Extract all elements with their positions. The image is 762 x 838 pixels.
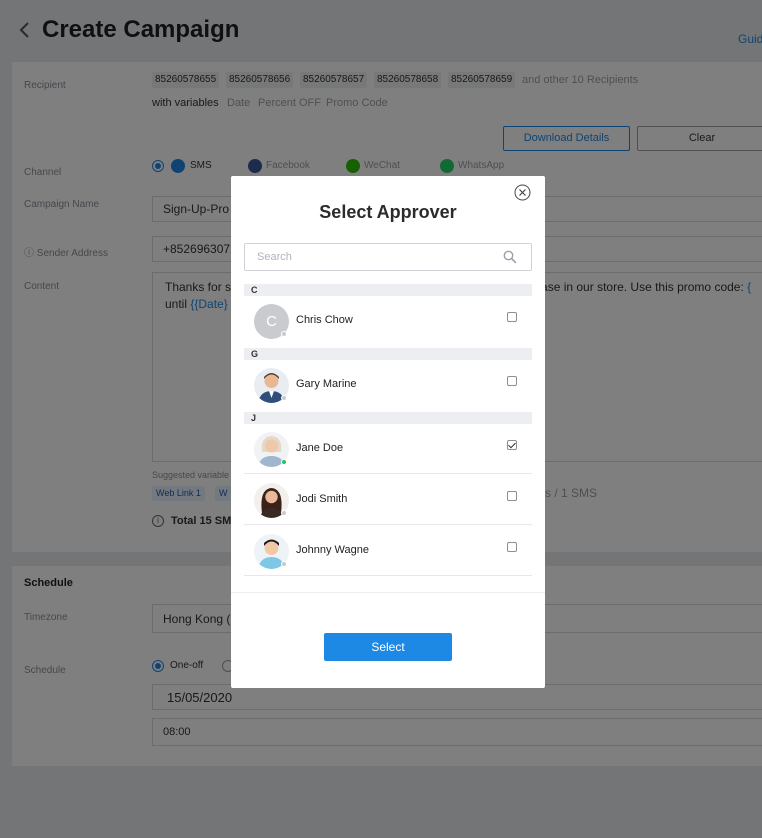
group-header-j: J (244, 412, 532, 424)
approver-checkbox[interactable] (507, 312, 517, 322)
approver-name: Gary Marine (296, 378, 357, 390)
online-status-dot (281, 459, 287, 465)
group-header-g: G (244, 348, 532, 360)
approver-checkbox-checked[interactable] (507, 440, 517, 450)
approver-checkbox[interactable] (507, 542, 517, 552)
approver-row-jodi-smith[interactable]: Jodi Smith (244, 475, 532, 525)
approver-search-input[interactable] (245, 244, 495, 270)
offline-status-dot (281, 331, 287, 337)
approver-name: Chris Chow (296, 314, 353, 326)
offline-status-dot (281, 510, 287, 516)
approver-checkbox[interactable] (507, 376, 517, 386)
modal-footer: Select (231, 592, 545, 688)
approver-row-jane-doe[interactable]: Jane Doe (244, 424, 532, 474)
offline-status-dot (281, 561, 287, 567)
select-approver-modal: Select Approver C C Chris Chow G Gary Ma… (231, 176, 545, 688)
group-header-c: C (244, 284, 532, 296)
close-icon[interactable] (514, 184, 531, 201)
approver-checkbox[interactable] (507, 491, 517, 501)
modal-title: Select Approver (319, 202, 457, 222)
approver-list: C C Chris Chow G Gary Marine J Jane Doe (244, 284, 532, 580)
approver-row-chris-chow[interactable]: C Chris Chow (244, 296, 532, 346)
select-button[interactable]: Select (324, 633, 452, 661)
approver-name: Johnny Wagne (296, 544, 369, 556)
approver-search-box (244, 243, 532, 271)
search-icon[interactable] (503, 250, 517, 264)
approver-row-johnny-wagne[interactable]: Johnny Wagne (244, 526, 532, 576)
approver-name: Jane Doe (296, 442, 344, 454)
offline-status-dot (281, 395, 287, 401)
approver-row-gary-marine[interactable]: Gary Marine (244, 360, 532, 410)
approver-name: Jodi Smith (296, 493, 348, 505)
